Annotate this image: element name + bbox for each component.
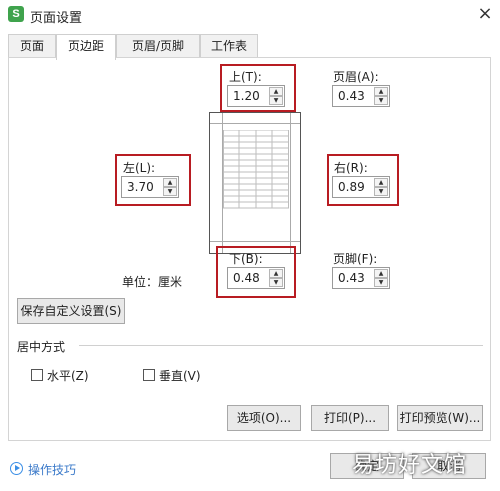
print-button[interactable]: 打印(P)... <box>311 405 389 431</box>
bottom-margin-label: 下(B): <box>229 252 263 266</box>
horizontal-label: 水平(Z) <box>47 369 89 383</box>
center-section-title: 居中方式 <box>17 340 66 354</box>
top-margin-value[interactable]: 1.20 <box>233 89 260 103</box>
footer-margin-spinner[interactable]: 0.43 ▲ ▼ <box>332 267 390 289</box>
left-margin-value[interactable]: 3.70 <box>127 180 154 194</box>
bottom-margin-spinner[interactable]: 0.48 ▲ ▼ <box>227 267 285 289</box>
vertical-label: 垂直(V) <box>159 369 201 383</box>
preview-cell-grid <box>223 130 289 222</box>
header-margin-value[interactable]: 0.43 <box>338 89 365 103</box>
tab-page[interactable]: 页面 <box>8 34 56 58</box>
right-margin-label: 右(R): <box>334 161 368 175</box>
right-margin-spinner[interactable]: 0.89 ▲ ▼ <box>332 176 390 198</box>
vertical-checkbox[interactable] <box>143 369 155 381</box>
preview-header-line <box>210 123 300 124</box>
top-margin-label: 上(T): <box>229 70 262 84</box>
window-title: 页面设置 <box>30 11 83 26</box>
play-tips-icon[interactable] <box>10 462 23 475</box>
spin-up-icon[interactable]: ▲ <box>374 269 388 278</box>
preview-footer-line <box>210 241 300 242</box>
unit-label: 单位：厘米 <box>122 275 183 289</box>
right-margin-value[interactable]: 0.89 <box>338 180 365 194</box>
print-preview-button[interactable]: 打印预览(W)... <box>397 405 483 431</box>
wps-app-icon: S <box>8 6 24 22</box>
spin-up-icon[interactable]: ▲ <box>163 178 177 187</box>
watermark-text: 易坊好文馆 <box>352 453 468 478</box>
header-margin-spinner[interactable]: 0.43 ▲ ▼ <box>332 85 390 107</box>
spin-down-icon[interactable]: ▼ <box>163 187 177 196</box>
save-custom-settings-button[interactable]: 保存自定义设置(S) <box>17 298 125 324</box>
footer-margin-value[interactable]: 0.43 <box>338 271 365 285</box>
tab-header-footer[interactable]: 页眉/页脚 <box>116 34 200 58</box>
spin-down-icon[interactable]: ▼ <box>374 187 388 196</box>
spin-up-icon[interactable]: ▲ <box>374 178 388 187</box>
spin-down-icon[interactable]: ▼ <box>374 96 388 105</box>
title-bar: S 页面设置 × <box>0 0 500 30</box>
tips-link[interactable]: 操作技巧 <box>28 461 76 478</box>
header-margin-label: 页眉(A): <box>333 70 379 84</box>
tab-worksheet[interactable]: 工作表 <box>200 34 258 58</box>
spin-down-icon[interactable]: ▼ <box>374 278 388 287</box>
close-icon[interactable]: × <box>474 3 496 25</box>
options-button[interactable]: 选项(O)... <box>227 405 301 431</box>
tab-margins[interactable]: 页边距 <box>56 34 116 60</box>
left-margin-spinner[interactable]: 3.70 ▲ ▼ <box>121 176 179 198</box>
horizontal-checkbox[interactable] <box>31 369 43 381</box>
page-preview <box>209 112 301 254</box>
left-margin-label: 左(L): <box>123 161 156 175</box>
spin-down-icon[interactable]: ▼ <box>269 278 283 287</box>
spin-up-icon[interactable]: ▲ <box>269 87 283 96</box>
preview-right-line <box>290 113 291 253</box>
top-margin-spinner[interactable]: 1.20 ▲ ▼ <box>227 85 285 107</box>
spin-up-icon[interactable]: ▲ <box>269 269 283 278</box>
spin-up-icon[interactable]: ▲ <box>374 87 388 96</box>
footer-margin-label: 页脚(F): <box>333 252 378 266</box>
section-divider <box>79 345 483 346</box>
margins-panel: 上(T): 1.20 ▲ ▼ 页眉(A): 0.43 ▲ ▼ 左(L): 3.7… <box>8 57 491 441</box>
bottom-margin-value[interactable]: 0.48 <box>233 271 260 285</box>
spin-down-icon[interactable]: ▼ <box>269 96 283 105</box>
